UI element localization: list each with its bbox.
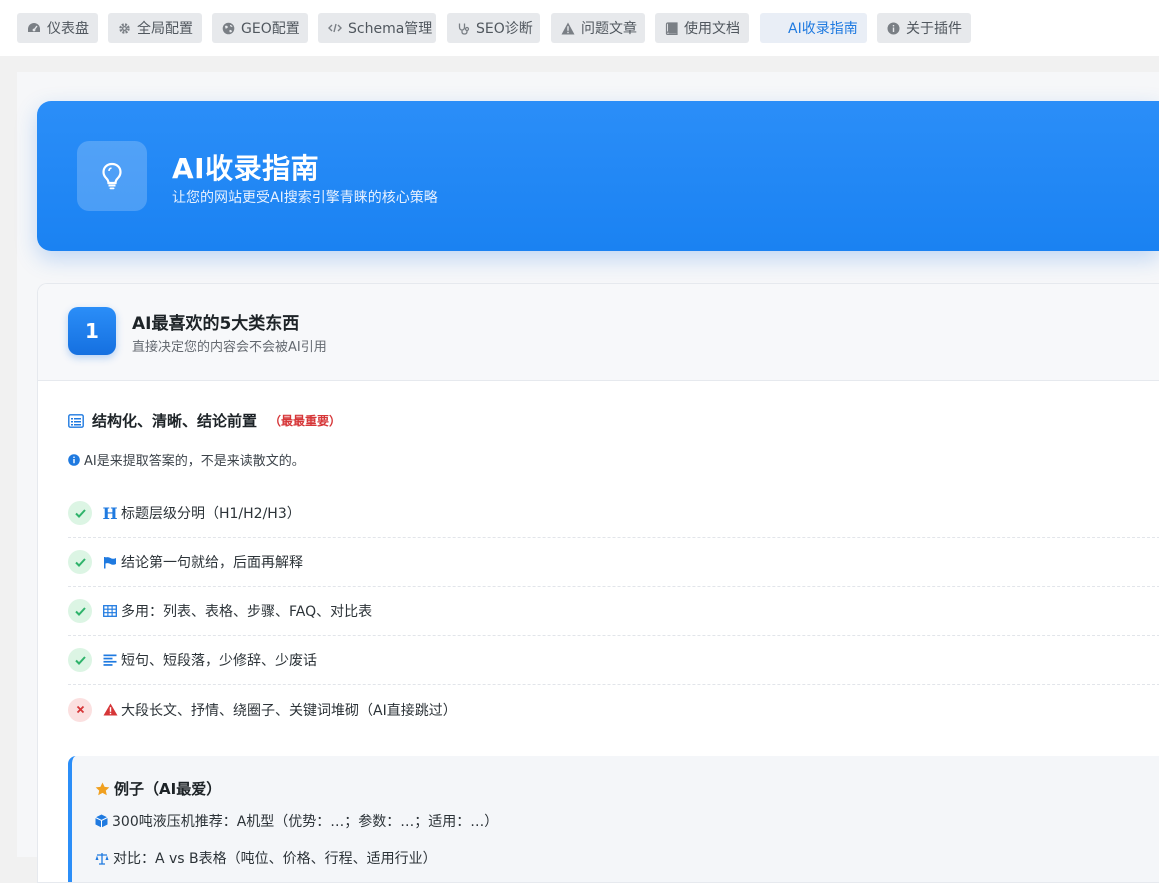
tab-global-config[interactable]: 全局配置 xyxy=(108,13,202,43)
example-line: 对比：A vs B表格（吨位、价格、行程、适用行业） xyxy=(95,848,437,868)
star-icon xyxy=(95,782,110,796)
checklist: H 标题层级分明（H1/H2/H3） 结论第一句就给，后面再解释 多用：列表、表… xyxy=(68,489,1159,734)
block-title-text: 结构化、清晰、结论前置 xyxy=(92,412,258,430)
tab-dashboard[interactable]: 仪表盘 xyxy=(17,13,98,43)
table-icon xyxy=(102,603,118,619)
priority-badge: （最最重要） xyxy=(269,414,342,428)
list-item-text: 多用：列表、表格、步骤、FAQ、对比表 xyxy=(121,604,373,620)
section-header: 1 AI最喜欢的5大类东西 直接决定您的内容会不会被AI引用 xyxy=(38,284,1159,381)
content-panel: AI收录指南 让您的网站更受AI搜索引擎青睐的核心策略 1 AI最喜欢的5大类东… xyxy=(17,72,1159,883)
tab-problem-articles[interactable]: 问题文章 xyxy=(551,13,645,43)
tab-schema[interactable]: Schema管理 xyxy=(318,13,436,43)
list-item-text: 标题层级分明（H1/H2/H3） xyxy=(121,506,301,522)
block-note: AI是来提取答案的，不是来读散文的。 xyxy=(68,450,305,469)
list-item: 多用：列表、表格、步骤、FAQ、对比表 xyxy=(68,587,1159,636)
section-number-badge: 1 xyxy=(68,307,116,355)
tab-seo-diagnosis[interactable]: SEO诊断 xyxy=(447,13,540,43)
list-item: 大段长文、抒情、绕圈子、关键词堆砌（AI直接跳过） xyxy=(68,685,1159,734)
page-title: AI收录指南 xyxy=(172,152,320,185)
tab-about[interactable]: 关于插件 xyxy=(877,13,971,43)
tab-label: SEO诊断 xyxy=(476,21,533,37)
nav-tabs: 仪表盘 全局配置 GEO配置 Schema管理 SEO诊断 问题文章 使用文档 … xyxy=(0,0,1159,56)
gear-icon xyxy=(118,21,131,35)
book-icon xyxy=(665,21,678,35)
check-icon xyxy=(68,599,92,623)
section-title: AI最喜欢的5大类东西 xyxy=(132,314,300,334)
tab-label: GEO配置 xyxy=(241,21,300,37)
block-note-text: AI是来提取答案的，不是来读散文的。 xyxy=(84,454,305,469)
page-subtitle: 让您的网站更受AI搜索引擎青睐的核心策略 xyxy=(172,190,438,206)
info-icon xyxy=(887,21,900,35)
example-title: 例子（AI最爱） xyxy=(95,778,221,799)
tab-docs[interactable]: 使用文档 xyxy=(655,13,749,43)
example-box: 例子（AI最爱） 300吨液压机推荐：A机型（优势：…；参数：…；适用：…） 对… xyxy=(68,756,1159,882)
heading-icon: H xyxy=(102,503,118,523)
list-item: H 标题层级分明（H1/H2/H3） xyxy=(68,489,1159,538)
list-item-text: 结论第一句就给，后面再解释 xyxy=(121,555,303,571)
section-card: 1 AI最喜欢的5大类东西 直接决定您的内容会不会被AI引用 结构化、清晰、结论… xyxy=(37,283,1159,883)
tab-ai-guide[interactable]: AI收录指南 xyxy=(760,13,867,43)
tab-label: 问题文章 xyxy=(581,21,637,37)
tab-label: Schema管理 xyxy=(348,21,433,37)
tab-geo-config[interactable]: GEO配置 xyxy=(212,13,308,43)
dashboard-icon xyxy=(27,21,41,35)
check-icon xyxy=(68,550,92,574)
block-title: 结构化、清晰、结论前置 （最最重要） xyxy=(68,410,341,431)
cross-icon xyxy=(68,697,92,722)
stethoscope-icon xyxy=(457,21,470,35)
lightbulb-icon xyxy=(77,141,147,211)
list-item: 短句、短段落，少修辞、少废话 xyxy=(68,636,1159,685)
tab-label: 使用文档 xyxy=(684,21,740,37)
list-item-text: 短句、短段落，少修辞、少废话 xyxy=(121,653,317,669)
hero-banner: AI收录指南 让您的网站更受AI搜索引擎青睐的核心策略 xyxy=(37,101,1159,251)
tab-label: AI收录指南 xyxy=(788,21,858,37)
list-alt-icon xyxy=(68,413,84,428)
cube-icon xyxy=(95,814,108,828)
example-title-text: 例子（AI最爱） xyxy=(114,780,222,798)
tab-label: 仪表盘 xyxy=(47,21,89,37)
section-subtitle: 直接决定您的内容会不会被AI引用 xyxy=(132,340,327,355)
globe-icon xyxy=(222,21,235,35)
check-icon xyxy=(68,501,92,525)
tab-label: 关于插件 xyxy=(906,21,962,37)
example-line-text: 对比：A vs B表格（吨位、价格、行程、适用行业） xyxy=(113,851,437,867)
tab-label: 全局配置 xyxy=(137,21,193,37)
main-area: AI收录指南 让您的网站更受AI搜索引擎青睐的核心策略 1 AI最喜欢的5大类东… xyxy=(0,56,1159,883)
align-left-icon xyxy=(102,652,118,668)
warning-icon xyxy=(561,21,575,35)
list-item: 结论第一句就给，后面再解释 xyxy=(68,538,1159,587)
balance-scale-icon xyxy=(95,852,109,865)
example-line-text: 300吨液压机推荐：A机型（优势：…；参数：…；适用：…） xyxy=(112,814,499,830)
check-icon xyxy=(68,648,92,672)
list-item-text: 大段长文、抒情、绕圈子、关键词堆砌（AI直接跳过） xyxy=(121,702,457,719)
info-icon xyxy=(68,453,80,466)
flag-icon xyxy=(102,554,118,570)
warning-icon xyxy=(102,702,118,718)
code-icon xyxy=(328,21,342,35)
example-line: 300吨液压机推荐：A机型（优势：…；参数：…；适用：…） xyxy=(95,811,498,831)
